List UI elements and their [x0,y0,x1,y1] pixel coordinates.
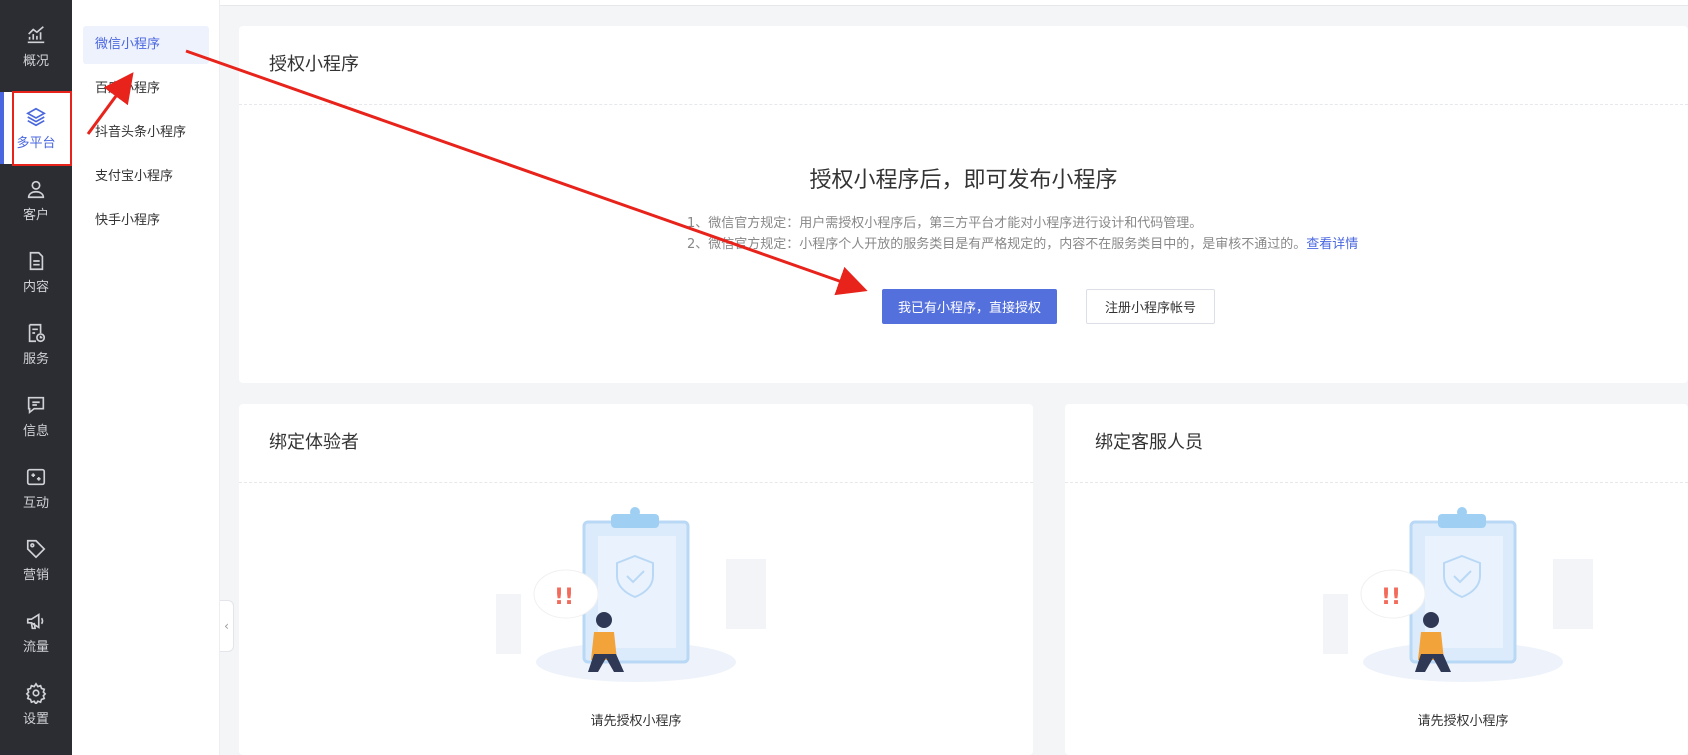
divider [239,482,1033,483]
auth-notes: 1、微信官方规定：用户需授权小程序后，第三方平台才能对小程序进行设计和代码管理。… [687,213,1358,255]
svg-text:!!: !! [1381,585,1401,610]
nav-item-label: 客户 [22,207,49,223]
sub-menu: 微信小程序 百度小程序 抖音头条小程序 支付宝小程序 快手小程序 [72,0,220,755]
nav-item-label: 服务 [22,351,49,367]
submenu-item-wechat[interactable]: 微信小程序 [83,26,209,64]
nav-item-settings[interactable]: 设置 [0,668,72,740]
top-bar [220,0,1688,6]
nav-item-interaction[interactable]: 互动 [0,452,72,524]
nav-item-label: 互动 [22,495,49,511]
service-icon [28,323,46,342]
nav-item-marketing[interactable]: 营销 [0,524,72,596]
nav-item-label: 多平台 [16,135,56,151]
nav-item-overview[interactable]: 概况 [0,10,72,82]
empty-state-text: 请先授权小程序 [1417,714,1509,729]
divider [239,104,1688,105]
nav-item-traffic[interactable]: 流量 [0,596,72,668]
register-account-button[interactable]: 注册小程序帐号 [1086,289,1215,324]
empty-state-illustration: !! [1323,507,1593,682]
nav-item-service[interactable]: 服务 [0,308,72,380]
tag-icon [26,539,46,558]
nav-item-label: 流量 [22,639,49,655]
submenu-item-kuaishou[interactable]: 快手小程序 [83,202,209,240]
submenu-item-douyin[interactable]: 抖音头条小程序 [83,114,209,152]
auth-headline: 授权小程序后，即可发布小程序 [809,168,1118,193]
megaphone-icon [26,612,44,629]
nav-item-label: 内容 [22,279,49,295]
message-icon [27,396,45,414]
user-icon [27,180,45,198]
submenu-item-alipay[interactable]: 支付宝小程序 [83,158,209,196]
chevron-left-icon: ‹ [224,619,229,633]
card-title: 绑定体验者 [269,432,359,453]
collapse-submenu-button[interactable]: ‹ [220,600,234,652]
auth-note-2: 2、微信官方规定：小程序个人开放的服务类目是有严格规定的，内容不在服务类目中的，… [687,237,1307,252]
bind-testers-card: 绑定体验者 !! 请先授权小程序 [239,404,1033,755]
auth-note-1: 1、微信官方规定：用户需授权小程序后，第三方平台才能对小程序进行设计和代码管理。 [687,216,1203,231]
main-nav: 概况 多平台 客户 内容 服务 信息 互动 营销 流量 设置 [0,0,72,755]
nav-item-label: 信息 [22,423,49,439]
svg-text:!!: !! [554,585,574,610]
interaction-icon [26,468,46,485]
gear-icon [25,681,47,704]
nav-item-label: 营销 [22,567,49,583]
authorize-card: 授权小程序 授权小程序后，即可发布小程序 1、微信官方规定：用户需授权小程序后，… [239,26,1688,383]
nav-item-label: 设置 [22,711,49,727]
view-details-link[interactable]: 查看详情 [1306,237,1358,252]
nav-item-multiplatform[interactable]: 多平台 [0,92,72,164]
nav-item-content[interactable]: 内容 [0,236,72,308]
card-title: 绑定客服人员 [1095,432,1203,453]
authorize-existing-button[interactable]: 我已有小程序，直接授权 [882,289,1057,324]
nav-item-messages[interactable]: 信息 [0,380,72,452]
card-title: 授权小程序 [269,54,359,75]
chart-trend-icon [27,25,45,43]
nav-item-label: 概况 [22,53,49,69]
bind-service-staff-card: 绑定客服人员 !! 请先授权小程序 [1065,404,1688,755]
nav-item-customers[interactable]: 客户 [0,164,72,236]
submenu-item-baidu[interactable]: 百度小程序 [83,70,209,108]
empty-state-illustration: !! [496,507,766,682]
layers-icon [26,107,46,126]
empty-state-text: 请先授权小程序 [590,714,682,729]
auth-note-2-line: 2、微信官方规定：小程序个人开放的服务类目是有严格规定的，内容不在服务类目中的，… [687,234,1358,255]
document-icon [29,251,44,270]
divider [1065,482,1688,483]
